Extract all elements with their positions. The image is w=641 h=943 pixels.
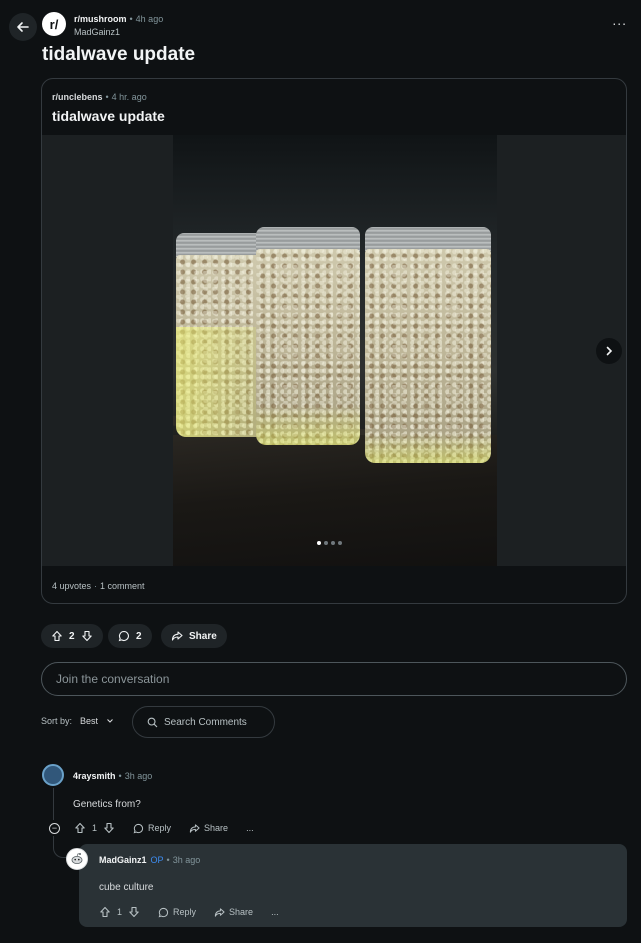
more-options-button[interactable]: ... (271, 907, 279, 917)
gallery-dot[interactable] (331, 541, 335, 545)
chevron-right-icon (606, 346, 613, 356)
comment-bubble-icon (158, 907, 169, 917)
thread-line[interactable] (53, 788, 54, 820)
gallery-image (173, 135, 497, 566)
post-meta: r/mushroom • 4h ago (74, 14, 164, 24)
sort-value: Best (80, 716, 99, 726)
post-time: 4h ago (135, 14, 164, 24)
comment-bubble-icon (118, 630, 129, 642)
arrow-up-icon (52, 630, 62, 642)
downvote-button[interactable] (128, 906, 140, 918)
join-conversation-input[interactable]: Join the conversation (41, 662, 627, 696)
reply-button[interactable]: Reply (133, 823, 171, 834)
subreddit-logo-icon: r/ (49, 16, 59, 32)
vote-count: 1 (92, 823, 98, 833)
reply-text: cube culture (99, 882, 154, 893)
vote-count: 2 (69, 630, 75, 642)
op-badge: OP (150, 855, 164, 865)
avatar[interactable] (42, 764, 64, 786)
vote-bar: 2 (41, 624, 103, 648)
share-button[interactable]: Share (161, 624, 227, 648)
image-gallery[interactable] (42, 135, 626, 566)
more-options-button[interactable]: ... (246, 823, 254, 833)
share-button[interactable]: Share (214, 907, 253, 918)
minus-icon: − (51, 822, 58, 833)
avatar[interactable] (66, 848, 88, 870)
upvote-button[interactable] (51, 630, 63, 642)
post-title: tidalwave update (42, 44, 196, 65)
arrow-down-icon (129, 906, 139, 918)
upvote-button[interactable] (99, 906, 111, 918)
arrow-up-icon (100, 906, 110, 918)
reply-thread-connector (53, 836, 67, 858)
gallery-dots (317, 541, 342, 545)
crosspost-stats: 4 upvotes · 1 comment (52, 581, 145, 591)
share-label: Share (204, 823, 229, 833)
reply-label: Reply (148, 823, 172, 833)
comment-time: 3h ago (124, 771, 153, 781)
crosspost-subreddit[interactable]: r/unclebens (52, 92, 103, 102)
arrow-left-icon (17, 22, 29, 32)
arrow-down-icon (104, 822, 114, 834)
jar-right (365, 227, 491, 463)
share-button[interactable]: Share (189, 823, 228, 834)
crosspost-upvotes: 4 upvotes (52, 581, 92, 591)
share-arrow-icon (171, 631, 183, 641)
search-icon (147, 717, 158, 727)
downvote-button[interactable] (81, 630, 93, 642)
reply-author[interactable]: MadGainz1 (99, 855, 147, 865)
comment-bubble-icon (133, 823, 144, 833)
comment-text: Genetics from? (73, 799, 141, 810)
share-label: Share (229, 907, 254, 917)
reply-actions: 1 Reply Share ... (99, 906, 279, 918)
more-options-button[interactable]: ... (612, 13, 627, 27)
downvote-button[interactable] (103, 822, 115, 834)
jar-left (176, 233, 266, 437)
snoo-avatar-icon (71, 853, 83, 864)
comments-button[interactable]: 2 (108, 624, 152, 648)
upvote-button[interactable] (74, 822, 86, 834)
search-comments-input[interactable]: Search Comments (132, 706, 275, 738)
subreddit-avatar[interactable]: r/ (42, 12, 66, 36)
reply-label: Reply (173, 907, 197, 917)
reply-meta: MadGainz1 OP • 3h ago (99, 855, 201, 865)
crosspost-card[interactable]: r/unclebens•4 hr. ago tidalwave update (41, 78, 627, 604)
comment-count: 2 (136, 630, 142, 642)
share-arrow-icon (214, 907, 225, 917)
crosspost-time: 4 hr. ago (111, 92, 147, 102)
share-label: Share (189, 630, 217, 642)
reply-time: 3h ago (172, 855, 201, 865)
crosspost-title: tidalwave update (52, 108, 165, 124)
subreddit-name[interactable]: r/mushroom (74, 14, 127, 24)
gallery-dot-active[interactable] (317, 541, 321, 545)
chevron-down-icon (107, 719, 113, 723)
sort-label: Sort by: (41, 716, 73, 726)
comment-author[interactable]: 4raysmith (73, 771, 116, 781)
comment-actions: − 1 Reply Share ... (49, 822, 254, 834)
reply-button[interactable]: Reply (158, 907, 196, 918)
back-button[interactable] (9, 13, 37, 41)
reply-comment: MadGainz1 OP • 3h ago cube culture 1 Reply … (66, 844, 627, 927)
gallery-dot[interactable] (338, 541, 342, 545)
arrow-up-icon (75, 822, 85, 834)
crosspost-comments: 1 comment (100, 581, 145, 591)
comment-meta: 4raysmith • 3h ago (73, 771, 153, 781)
gallery-dot[interactable] (324, 541, 328, 545)
search-comments-placeholder: Search Comments (164, 716, 247, 728)
jar-middle (256, 227, 360, 445)
share-arrow-icon (189, 823, 200, 833)
arrow-down-icon (81, 630, 92, 642)
post-author[interactable]: MadGainz1 (74, 27, 120, 37)
gallery-next-button[interactable] (596, 338, 622, 364)
vote-count: 1 (117, 907, 123, 917)
crosspost-meta: r/unclebens • 4 hr. ago (52, 92, 147, 102)
collapse-thread-button[interactable]: − (49, 822, 60, 834)
sort-control[interactable]: Sort by: Best (41, 716, 114, 726)
